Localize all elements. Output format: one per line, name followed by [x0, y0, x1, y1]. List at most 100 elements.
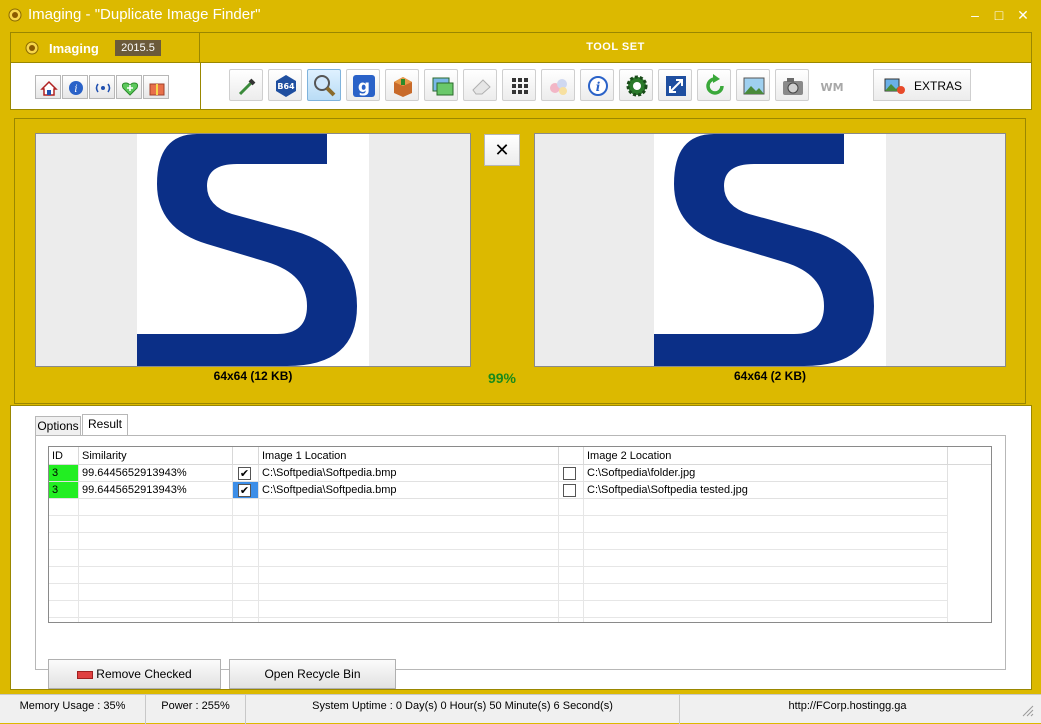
version-badge: 2015.5: [115, 40, 161, 56]
results-grid[interactable]: ID Similarity Image 1 Location Image 2 L…: [48, 446, 992, 623]
about-button[interactable]: i: [62, 75, 88, 99]
remove-checked-button[interactable]: Remove Checked: [48, 659, 221, 689]
row-1-image-1-checkbox[interactable]: ✔: [238, 467, 251, 480]
row-2-image-2-checkbox[interactable]: [563, 484, 576, 497]
image-2-caption: 64x64 (2 KB): [733, 369, 807, 383]
svg-text:g: g: [358, 77, 370, 97]
title-bar: Imaging - "Duplicate Image Finder" – □ ✕: [0, 0, 1041, 32]
minimize-button[interactable]: –: [964, 6, 986, 24]
broadcast-button[interactable]: [89, 75, 115, 99]
picture-button[interactable]: [736, 69, 770, 101]
window-title: Imaging - "Duplicate Image Finder": [28, 6, 261, 23]
grid-icon: [512, 78, 528, 94]
camera-button[interactable]: [775, 69, 809, 101]
toolset-label: TOOL SET: [586, 41, 645, 53]
box-icon: [394, 77, 412, 97]
resize-icon: [666, 76, 686, 96]
system-uptime: System Uptime : 0 Day(s) 0 Hour(s) 50 Mi…: [246, 695, 680, 724]
gift-icon: [149, 83, 165, 96]
refresh-button[interactable]: [697, 69, 731, 101]
color-drops-icon: [550, 79, 567, 95]
close-button[interactable]: ✕: [1012, 6, 1034, 24]
watermark-icon: WM: [820, 81, 843, 94]
column-header-id[interactable]: ID: [49, 447, 79, 465]
row-2-image-2-path[interactable]: C:\Softpedia\Softpedia tested.jpg: [584, 482, 948, 499]
row-2-image-1-checkbox[interactable]: ✔: [238, 484, 251, 497]
info-button[interactable]: i: [580, 69, 614, 101]
extras-label: EXTRAS: [914, 79, 963, 93]
column-header-similarity[interactable]: Similarity: [79, 447, 233, 465]
magnifier-icon: [314, 75, 336, 97]
column-header-check-2[interactable]: [559, 447, 584, 465]
duplicate-finder-button[interactable]: [307, 69, 341, 101]
minus-icon: [77, 670, 94, 679]
favorite-button[interactable]: [116, 75, 142, 99]
image-convert-button[interactable]: [424, 69, 458, 101]
svg-text:B64: B64: [277, 82, 295, 91]
empty-grid-rows: [49, 499, 948, 622]
image-1-caption: 64x64 (12 KB): [213, 369, 293, 383]
header-divider: [200, 63, 201, 109]
memory-usage: Memory Usage : 35%: [0, 695, 146, 724]
base64-button[interactable]: B64: [268, 69, 302, 101]
svg-text:i: i: [74, 84, 77, 95]
watermark-button[interactable]: WM: [814, 69, 848, 101]
google-search-button[interactable]: g: [346, 69, 380, 101]
gear-icon: [626, 75, 648, 97]
gift-button[interactable]: [143, 75, 169, 99]
eyedropper-icon: [238, 78, 256, 96]
heart-plus-icon: [121, 82, 139, 96]
color-picker-button[interactable]: [229, 69, 263, 101]
resize-button[interactable]: [658, 69, 692, 101]
info-icon: i: [69, 81, 83, 95]
camera-icon: [783, 78, 803, 95]
home-button[interactable]: [35, 75, 61, 99]
grid-button[interactable]: [502, 69, 536, 101]
tab-result[interactable]: Result: [82, 414, 128, 436]
maximize-button[interactable]: □: [988, 6, 1010, 24]
resize-grip-icon[interactable]: [1020, 703, 1034, 717]
image-2-preview: [534, 133, 1006, 367]
result-tab-content: ID Similarity Image 1 Location Image 2 L…: [35, 435, 1006, 689]
eraser-button[interactable]: [463, 69, 497, 101]
sun-icon: [8, 8, 22, 22]
extras-button[interactable]: EXTRAS: [873, 69, 971, 101]
row-1-id[interactable]: 3: [49, 465, 79, 482]
compare-panel: 64x64 (12 KB) ✕ 99% 64x64 (2 KB): [14, 118, 1026, 404]
info-circle-icon: i: [588, 76, 608, 96]
image-1-preview: [35, 133, 471, 367]
similarity-percent: 99%: [487, 370, 517, 386]
status-bar: Memory Usage : 35% Power : 255% System U…: [0, 694, 1041, 724]
row-1-image-2-path[interactable]: C:\Softpedia\folder.jpg: [584, 465, 948, 482]
header-panel: Imaging 2015.5 TOOL SET i B64 g i WM EXT…: [10, 32, 1032, 110]
settings-button[interactable]: [619, 69, 653, 101]
column-header-image-1[interactable]: Image 1 Location: [259, 447, 559, 465]
picture-icon: [743, 77, 765, 95]
row-2-image-1-path[interactable]: C:\Softpedia\Softpedia.bmp: [259, 482, 559, 499]
website-link[interactable]: http://FCorp.hostingg.ga: [680, 695, 1015, 724]
broadcast-icon: [95, 83, 111, 93]
close-compare-button[interactable]: ✕: [484, 134, 520, 166]
column-header-check-1[interactable]: [233, 447, 259, 465]
results-panel: Options Result ID Similarity Image 1 Loc…: [10, 405, 1032, 690]
app-name: Imaging: [49, 41, 99, 56]
row-1-similarity[interactable]: 99.6445652913943%: [79, 465, 233, 482]
svg-text:WM: WM: [820, 81, 843, 94]
home-icon: [40, 80, 58, 96]
color-button[interactable]: [541, 69, 575, 101]
row-2-similarity[interactable]: 99.6445652913943%: [79, 482, 233, 499]
open-recycle-bin-button[interactable]: Open Recycle Bin: [229, 659, 396, 689]
row-2-id[interactable]: 3: [49, 482, 79, 499]
image-convert-icon: [432, 77, 454, 96]
row-1-image-2-checkbox[interactable]: [563, 467, 576, 480]
s-logo-image: [654, 134, 886, 366]
column-header-image-2[interactable]: Image 2 Location: [584, 447, 948, 465]
google-icon: g: [353, 75, 375, 97]
sun-icon: [25, 41, 39, 55]
toolset-bar: TOOL SET: [200, 33, 1031, 63]
base64-icon: B64: [276, 75, 296, 97]
row-1-image-1-path[interactable]: C:\Softpedia\Softpedia.bmp: [259, 465, 559, 482]
brand-bar: Imaging 2015.5: [11, 33, 200, 63]
tab-options[interactable]: Options: [35, 416, 81, 436]
package-button[interactable]: [385, 69, 419, 101]
